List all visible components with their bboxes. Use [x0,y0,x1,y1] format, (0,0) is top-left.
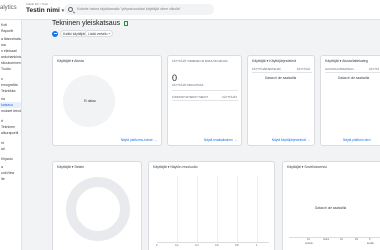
resolution-tick: 0,6 [215,244,219,247]
browser-donut-ring [66,177,130,241]
card-os-title[interactable]: Käyttäjät ▾ Käyttöjärjestelmä [252,59,296,63]
resolution-axis [157,242,269,243]
edit-report-icon[interactable] [124,20,129,26]
realtime-col-right: KÄYTTÄJÄT [222,96,237,99]
resolution-gridline [217,176,218,242]
platform-device-divider [325,72,380,73]
realtime-users-value: 0 [172,73,178,83]
resolution-gridline [197,176,198,242]
view-platform-device-label: Näytä platform devi [343,138,371,142]
os-col-right: KÄYTTÄJÄ [296,68,310,71]
arrow-right-icon: → [306,138,310,142]
property-selector[interactable]: Testin nimi ▾ [26,7,64,14]
resolution-gridline [237,176,238,242]
platform-device-col-right: KÄYTTÄ [369,68,380,71]
card-realtime: KÄYTTÄJÄT VIIMEISEN 30 MINUUTIN AIKANA 0… [167,55,242,146]
os-divider [252,72,312,73]
resolution-tick: 1 [256,244,258,247]
property-name: Testin nimi [26,7,60,14]
sidebar: Koti Raportit a tilannekatsaus ma n elin… [0,20,22,250]
card-resolution-title[interactable]: Käyttäjät ▾ Näytön resoluutio [153,165,198,169]
card-os: Käyttäjät ▾ Käyttöjärjestelmä KÄYTTÖJÄRJ… [247,55,315,146]
app-version-axis [289,237,380,238]
realtime-col-left: KUNNOSTUSTIEDOT TIEDOT [172,96,208,99]
view-realtime-link[interactable]: Näytä reaaliaikainen→ [204,138,237,142]
app-version-tick: 29 [355,238,358,241]
card-app-version-title[interactable]: Käyttäjät ▾ Sovellusversio [287,165,327,169]
app-version-no-data: Dataa ei ole saatavilla [315,206,347,210]
resolution-tick: 0,2 [175,244,179,247]
os-col-left: KÄYTTÖJÄRJESTELMÄ [252,68,281,71]
card-browser: Käyttäjät ▾ Selain [52,161,142,250]
resolution-tick: 0,4 [195,244,199,247]
breadcrumb[interactable]: Kaikki tilit > Testi [26,2,48,6]
app-version-tick-sub: kesäk. [367,242,375,245]
sidebar-item-reports[interactable]: Raportit [0,28,21,34]
sidebar-item-ari[interactable]: ari [0,146,21,152]
card-platform: Käyttäjät ▾ Alusta Ei dataa Näytä platfo… [52,55,162,146]
view-platform-device-link[interactable]: Näytä platform devi [343,138,370,142]
card-resolution: Käyttäjät ▾ Näytön resoluutio 0 0,2 0,4 … [148,161,275,250]
card-app-version: Käyttäjät ▾ Sovellusversio Dataa ei ole … [282,161,380,250]
sidebar-item-library[interactable]: Kirjasto [0,156,21,162]
page-title: Tekninen yleiskatsaus [52,20,129,27]
top-bar: alytics Kaikki tilit > Testi Testin nimi… [0,0,380,20]
resolution-tick: 0 [156,244,158,247]
sidebar-item-monetization[interactable]: Tuotto [0,66,21,72]
realtime-divider [172,100,238,101]
search-icon [68,6,73,12]
realtime-per-minute-label: KÄYTTÄJÄT MINUUTISSA [172,84,204,87]
view-os-label: Näytä käyttöjärjestelmät [271,138,306,142]
resolution-gridline [257,176,258,242]
all-users-chip[interactable]: Kaikki käyttäjät [60,30,88,37]
resolution-gridline [177,176,178,242]
sidebar-item-ite[interactable]: ite [0,176,21,182]
app-version-tick: 5 [369,238,371,241]
os-no-data: Dataa ei ole saatavilla [265,76,297,80]
arrow-right-icon: → [153,138,157,142]
realtime-bars-baseline [172,90,238,91]
card-platform-title[interactable]: Käyttäjät ▾ Alusta [57,59,84,63]
platform-device-col-left: ALUSTA/LAITEKATEGO... [325,68,356,71]
card-platform-device: Käyttäjät ▾ Alusta/laitekateg ALUSTA/LAI… [320,55,380,146]
app-version-tick: 10 [307,238,310,241]
sidebar-item-custom-report[interactable]: alkuraportti [0,130,21,136]
search-bar[interactable]: Kokeile hakea kirjoittamalla "yrityssivu… [64,4,214,15]
sidebar-item-tech[interactable]: Tekniikka [0,88,21,94]
card-browser-title[interactable]: Käyttäjät ▾ Selain [57,165,84,169]
app-version-tick: helmi [323,238,330,241]
view-platforms-link[interactable]: Näytä platforms-kohde→ [121,138,157,142]
add-comparison-button[interactable]: Lisää vertailu + [85,30,114,37]
search-input[interactable]: Kokeile hakea kirjoittamalla "yrityssivu… [77,7,181,11]
resolution-tick: 0,8 [235,244,239,247]
app-version-tick-sub: toukok. [305,242,314,245]
arrow-right-icon: → [233,138,237,142]
app-name: alytics [0,5,17,11]
platform-device-no-data: Dataa ei ole saatavilla [338,76,370,80]
view-realtime-label: Näytä reaaliaikainen [203,138,233,142]
sidebar-item-tech-details[interactable]: mukset teknii [0,108,21,114]
card-platform-device-title[interactable]: Käyttäjät ▾ Alusta/laitekateg [325,59,368,63]
view-os-link[interactable]: Näytä käyttöjärjestelmät→ [272,138,310,142]
page-title-text: Tekninen yleiskatsaus [52,20,121,27]
browser-donut-chart [66,177,130,241]
view-platforms-label: Näytä platforms-kohde [120,138,153,142]
comparison-icon[interactable] [52,30,58,37]
app-version-tick: 22 [340,238,343,241]
platform-no-data: Ei dataa [84,99,96,103]
realtime-title: KÄYTTÄJÄT VIIMEISEN 30 MINUUTIN AIKANA [172,60,228,63]
